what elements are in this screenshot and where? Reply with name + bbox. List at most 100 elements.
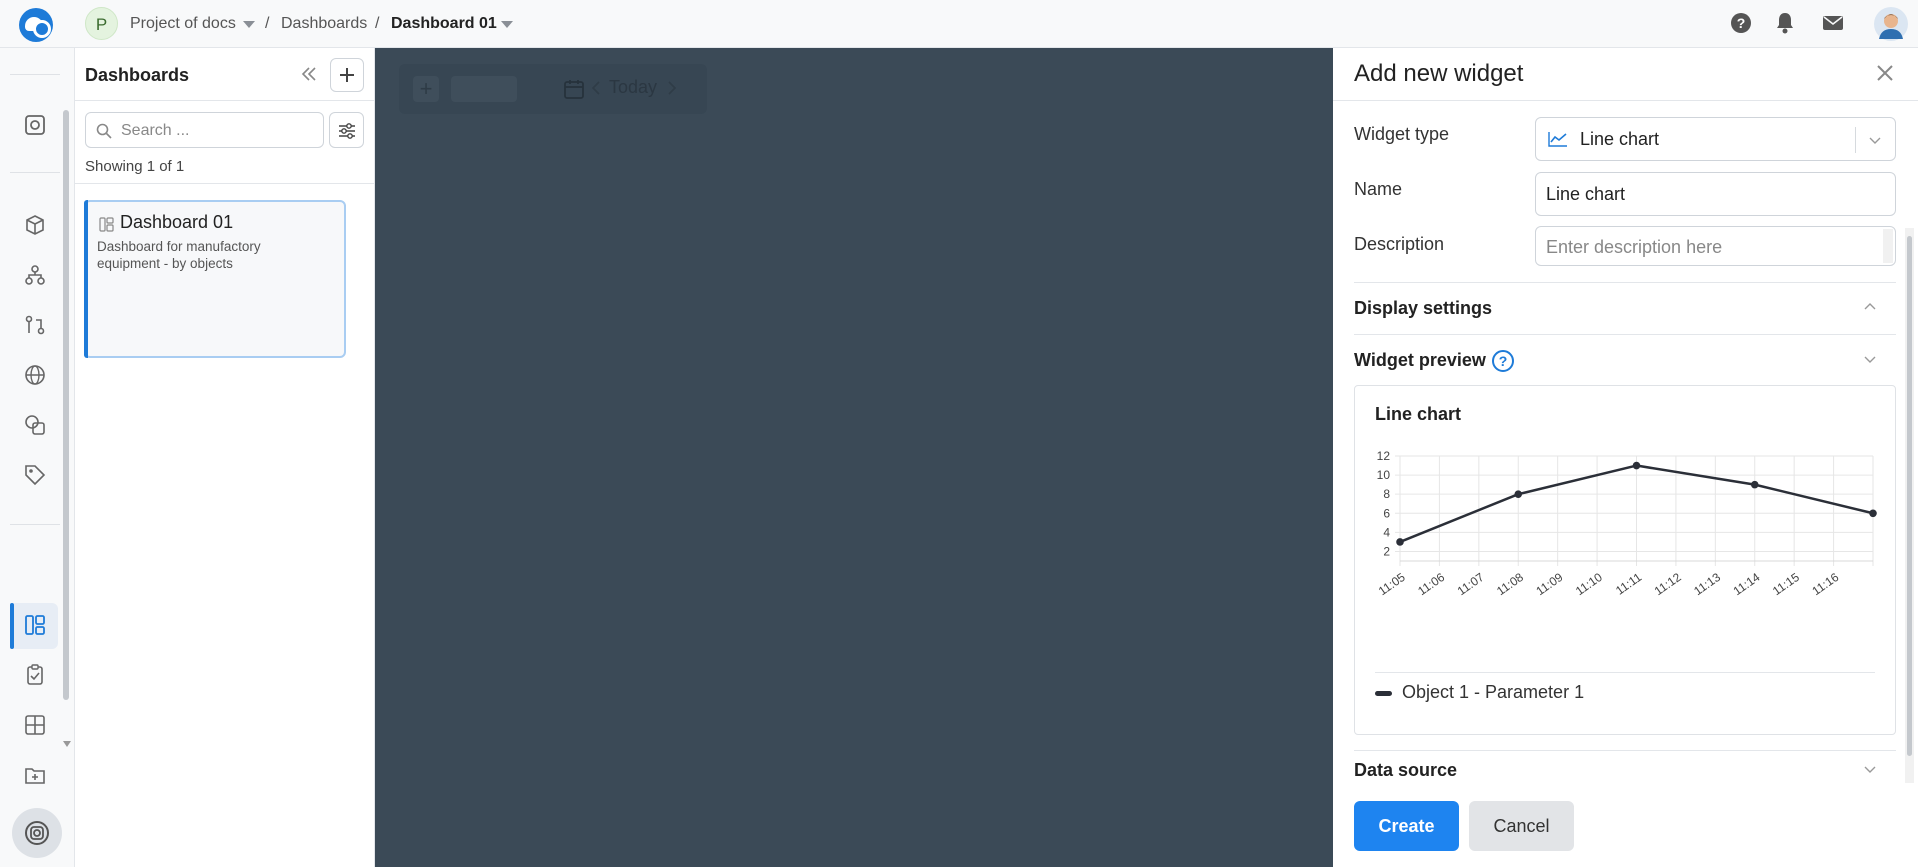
dashboard-list-item[interactable]: Dashboard 01 Dashboard for manufactory e… <box>84 200 346 358</box>
scrollbar-thumb[interactable] <box>1907 236 1912 756</box>
close-icon[interactable] <box>1876 64 1894 82</box>
rail-divider <box>10 74 60 75</box>
section-divider <box>1354 334 1896 335</box>
dashboard-layout-icon <box>99 217 114 232</box>
description-placeholder: Enter description here <box>1546 237 1723 257</box>
breadcrumb-dashboards[interactable]: Dashboards <box>281 15 367 33</box>
section-divider <box>1354 750 1896 751</box>
chevron-down-icon[interactable] <box>1862 351 1878 367</box>
x-tick-label: 11:07 <box>1455 570 1487 598</box>
description-field[interactable]: Enter description here <box>1535 226 1896 266</box>
dashboards-icon[interactable] <box>24 614 46 636</box>
widget-type-select[interactable]: Line chart <box>1535 117 1896 161</box>
add-widget-panel: Add new widget Widget type Line chart Na… <box>1333 48 1918 867</box>
panel-divider <box>75 100 375 101</box>
mail-icon[interactable] <box>1822 15 1844 31</box>
chart-title: Line chart <box>1375 404 1462 424</box>
legend-divider <box>1375 672 1875 673</box>
camera-ring-icon <box>25 821 49 845</box>
x-tick-label: 11:06 <box>1415 570 1447 598</box>
tag-icon[interactable] <box>24 464 46 486</box>
panel-title: Add new widget <box>1354 60 1524 87</box>
previous-period-icon <box>591 81 600 95</box>
textarea-resize-handle[interactable] <box>1883 229 1893 263</box>
notifications-bell-icon[interactable] <box>1775 12 1795 34</box>
add-dashboard-button[interactable] <box>330 58 364 92</box>
widget-preview-card: Line chart 2 4 6 8 10 12 11:05 11:06 11:07 11:08 1… <box>1354 385 1896 735</box>
x-tick-label: 11:14 <box>1731 570 1763 598</box>
line-chart-icon <box>1548 132 1567 147</box>
breadcrumb-separator: / <box>265 15 270 32</box>
breadcrumb-separator: / <box>375 15 380 32</box>
scroll-down-arrow-icon[interactable] <box>62 740 72 748</box>
name-label: Name <box>1354 179 1403 199</box>
plus-icon <box>340 68 354 82</box>
search-icon <box>96 123 112 139</box>
y-tick-label: 10 <box>1377 468 1391 482</box>
panel-divider <box>1333 100 1918 101</box>
calendar-icon <box>564 80 584 99</box>
filter-button[interactable] <box>329 112 364 148</box>
clipboard-check-icon[interactable] <box>24 664 46 686</box>
cube-icon[interactable] <box>24 214 46 236</box>
settings-avatar[interactable] <box>12 808 62 858</box>
app-logo-icon[interactable] <box>19 8 53 42</box>
x-tick-label: 11:12 <box>1652 570 1684 598</box>
canvas-add-widget-icon: + <box>413 76 439 102</box>
breadcrumb-current[interactable]: Dashboard 01 <box>391 15 497 33</box>
dashboard-description: Dashboard for manufactory equipment - by… <box>97 239 261 271</box>
git-compare-icon[interactable] <box>24 314 46 336</box>
search-input[interactable]: Search ... <box>85 112 324 148</box>
table-grid-icon[interactable] <box>24 714 46 736</box>
help-icon[interactable]: ? <box>1730 12 1752 34</box>
project-avatar[interactable]: P <box>85 7 118 40</box>
data-source-header[interactable]: Data source <box>1354 760 1457 781</box>
y-tick-label: 4 <box>1383 525 1390 539</box>
preview-help-icon[interactable]: ? <box>1492 350 1514 372</box>
create-button[interactable]: Create <box>1354 801 1459 851</box>
shapes-icon[interactable] <box>24 414 46 436</box>
folder-add-icon[interactable] <box>24 764 46 786</box>
section-divider <box>1354 282 1896 283</box>
results-count: Showing 1 of 1 <box>85 158 185 175</box>
rail-divider <box>10 172 60 173</box>
display-settings-header[interactable]: Display settings <box>1354 298 1492 319</box>
left-nav-rail <box>0 48 75 867</box>
rail-scrollbar[interactable] <box>63 110 69 700</box>
collapse-panel-icon[interactable] <box>297 62 321 86</box>
next-period-icon <box>668 81 677 95</box>
search-placeholder: Search ... <box>121 122 190 139</box>
canvas-toolbar: + Today <box>399 64 707 114</box>
chevron-up-icon[interactable] <box>1862 299 1878 315</box>
camera-icon[interactable] <box>24 114 46 136</box>
panel-scrollbar[interactable] <box>1905 228 1914 783</box>
hierarchy-icon[interactable] <box>24 264 46 286</box>
sliders-icon <box>339 123 355 139</box>
x-tick-label: 11:13 <box>1691 570 1723 598</box>
breadcrumb-project[interactable]: Project of docs <box>130 15 236 33</box>
chevron-down-icon[interactable] <box>1862 761 1878 777</box>
user-avatar[interactable] <box>1874 7 1908 41</box>
data-point <box>1750 480 1759 489</box>
globe-icon[interactable] <box>24 364 46 386</box>
chevron-down-icon[interactable] <box>1867 132 1883 148</box>
dashboard-dropdown-icon[interactable] <box>501 21 513 28</box>
x-tick-label: 11:09 <box>1533 570 1565 598</box>
select-divider <box>1855 127 1856 153</box>
y-tick-label: 8 <box>1383 487 1390 501</box>
panel-divider <box>75 183 375 184</box>
top-bar: P Project of docs / Dashboards / Dashboa… <box>0 0 1918 48</box>
cancel-button[interactable]: Cancel <box>1469 801 1574 851</box>
x-tick-label: 11:15 <box>1770 570 1802 598</box>
panel-title: Dashboards <box>85 65 190 85</box>
project-dropdown-icon[interactable] <box>243 21 255 28</box>
x-tick-label: 11:08 <box>1494 570 1526 598</box>
widget-type-label: Widget type <box>1354 124 1450 144</box>
data-point <box>1396 538 1404 546</box>
x-tick-label: 11:11 <box>1613 570 1644 598</box>
name-field[interactable] <box>1535 172 1896 216</box>
dashboards-panel: Dashboards Search ... Showing 1 of 1 Das… <box>75 48 375 867</box>
dashboard-canvas-overlay: + Today <box>375 48 1333 867</box>
line-chart: 2 4 6 8 10 12 11:05 11:06 11:07 11:08 11:09 11:10 11… <box>1376 451 1877 598</box>
widget-preview-header[interactable]: Widget preview <box>1354 350 1486 371</box>
